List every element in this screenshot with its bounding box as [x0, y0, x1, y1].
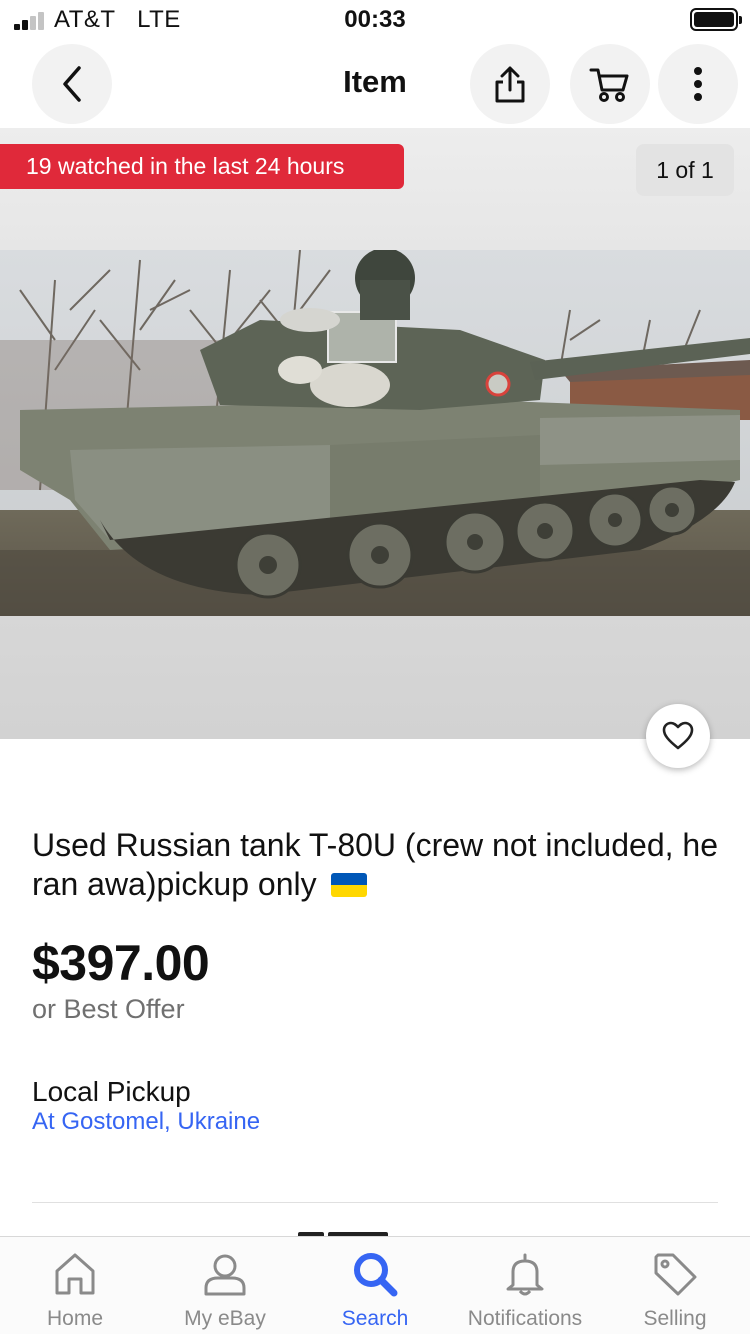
- tag-icon: [654, 1253, 697, 1296]
- tab-search-label: Search: [341, 1307, 409, 1330]
- best-offer-label: or Best Offer: [32, 994, 185, 1024]
- tab-selling-label: Selling: [643, 1307, 707, 1330]
- tab-notifications[interactable]: Notifications: [450, 1237, 600, 1334]
- bottom-tab-bar: Home My eBay Search Notifications Sellin…: [0, 1236, 750, 1334]
- heart-icon: [662, 721, 694, 750]
- home-icon: [55, 1253, 95, 1295]
- status-bar: AT&T LTE 00:33: [0, 0, 750, 40]
- bell-icon: [506, 1253, 544, 1296]
- pickup-location-link[interactable]: At Gostomel, Ukraine: [32, 1108, 260, 1136]
- item-price: $397.00: [32, 935, 210, 991]
- obscured-section-text: [298, 1228, 408, 1236]
- item-title: Used Russian tank T-80U (crew not includ…: [32, 826, 722, 904]
- watch-count-banner: 19 watched in the last 24 hours: [0, 144, 404, 189]
- tab-notifications-label: Notifications: [467, 1307, 583, 1330]
- share-icon: [495, 66, 525, 103]
- search-icon: [354, 1253, 398, 1297]
- cart-icon: [589, 68, 629, 102]
- item-page: AT&T LTE 00:33 Item 19 watched in the la…: [0, 0, 750, 1334]
- more-vertical-icon: [694, 67, 702, 101]
- ukraine-flag-icon: [331, 873, 368, 897]
- item-photo[interactable]: [0, 250, 750, 616]
- tab-my-ebay[interactable]: My eBay: [150, 1237, 300, 1334]
- item-title-text: Used Russian tank T-80U (crew not includ…: [32, 827, 718, 902]
- more-options-button[interactable]: [658, 44, 738, 124]
- tank-photo-image: [0, 250, 750, 616]
- section-divider: [32, 1202, 718, 1203]
- person-icon: [204, 1254, 246, 1296]
- image-gallery[interactable]: 19 watched in the last 24 hours 1 of 1: [0, 128, 750, 739]
- tab-home[interactable]: Home: [0, 1237, 150, 1334]
- pickup-title: Local Pickup: [32, 1076, 191, 1107]
- status-time: 00:33: [344, 6, 406, 33]
- tab-home-label: Home: [46, 1307, 104, 1330]
- tab-selling[interactable]: Selling: [600, 1237, 750, 1334]
- image-counter: 1 of 1: [636, 144, 734, 196]
- tab-search[interactable]: Search: [300, 1237, 450, 1334]
- battery-icon: [690, 8, 742, 31]
- cart-button[interactable]: [570, 44, 650, 124]
- share-button[interactable]: [470, 44, 550, 124]
- watch-favorite-button[interactable]: [646, 704, 710, 768]
- tab-my-ebay-label: My eBay: [184, 1307, 266, 1330]
